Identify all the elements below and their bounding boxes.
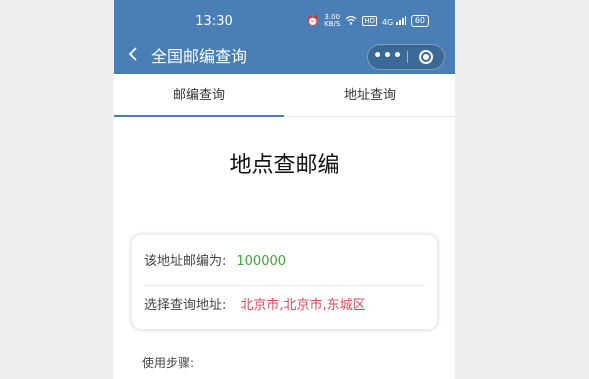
network-speed: 3.00 KB/S xyxy=(324,14,340,28)
section-heading: 地点查邮编 xyxy=(229,153,340,178)
phone-screen: 13:30 ⏰ 3.00 KB/S HD 4G 60 全国邮编查询 ••• 邮编… xyxy=(114,0,455,379)
close-mini-program-icon[interactable] xyxy=(419,50,433,64)
tab-address-query[interactable]: 地址查询 xyxy=(285,74,455,116)
mini-program-capsule: ••• xyxy=(367,44,445,70)
address-row[interactable]: 选择查询地址: 北京市,北京市,东城区 xyxy=(144,283,425,329)
postcode-label: 该地址邮编为: xyxy=(144,254,227,269)
postcode-value: 100000 xyxy=(236,254,287,269)
result-card: 该地址邮编为: 100000 选择查询地址: 北京市,北京市,东城区 xyxy=(131,234,438,330)
wifi-icon xyxy=(345,15,357,28)
signal-icon: 4G xyxy=(381,15,406,27)
tab-postcode-query[interactable]: 邮编查询 xyxy=(114,74,284,116)
status-bar: 13:30 ⏰ 3.00 KB/S HD 4G 60 xyxy=(114,0,455,42)
capsule-divider xyxy=(407,51,408,63)
steps-label: 使用步骤: xyxy=(142,356,195,370)
nav-bar: 全国邮编查询 ••• xyxy=(114,42,455,74)
status-icons: ⏰ 3.00 KB/S HD 4G 60 xyxy=(307,14,429,28)
status-time: 13:30 xyxy=(195,14,233,29)
signal-label: 4G xyxy=(381,17,394,27)
active-tab-indicator xyxy=(114,115,284,117)
more-menu-button[interactable]: ••• xyxy=(368,45,408,69)
alarm-icon: ⏰ xyxy=(306,15,320,27)
network-speed-unit: KB/S xyxy=(324,20,341,28)
hd-icon: HD xyxy=(362,16,377,26)
tab-bar: 邮编查询 地址查询 xyxy=(114,74,455,117)
back-arrow-icon[interactable] xyxy=(128,46,138,68)
battery-icon: 60 xyxy=(410,15,429,27)
postcode-row: 该地址邮编为: 100000 xyxy=(144,239,425,286)
page-title: 全国邮编查询 xyxy=(151,47,248,66)
address-value[interactable]: 北京市,北京市,东城区 xyxy=(240,298,365,313)
address-label: 选择查询地址: xyxy=(144,298,227,313)
